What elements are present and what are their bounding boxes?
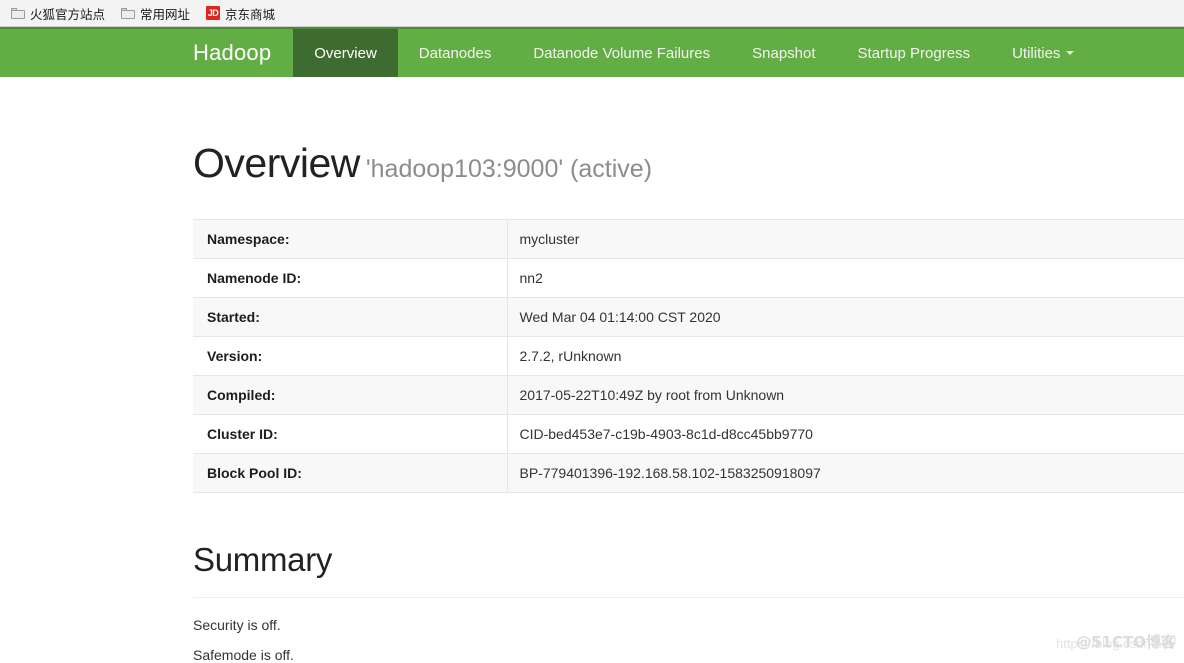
jd-logo-icon: JD (206, 6, 221, 20)
page-title-subject: 'hadoop103:9000' (active) (365, 155, 653, 183)
nav-item-label: Overview (314, 44, 377, 62)
bookmark-label: 京东商城 (225, 6, 276, 22)
main-navbar: Hadoop Overview Datanodes Datanode Volum… (0, 27, 1184, 77)
table-row: Started: Wed Mar 04 01:14:00 CST 2020 (193, 297, 1184, 337)
row-value: BP-779401396-192.168.58.102-158325091809… (519, 465, 821, 482)
summary-divider (193, 597, 1184, 599)
table-row: Cluster ID: CID-bed453e7-c19b-4903-8c1d-… (193, 414, 1184, 454)
nav-item-label: Datanode Volume Failures (533, 44, 711, 62)
table-row: Block Pool ID: BP-779401396-192.168.58.1… (193, 453, 1184, 493)
bookmark-item-jd-mall[interactable]: JD 京东商城 (199, 2, 282, 25)
folder-icon (11, 7, 25, 19)
table-row: Namenode ID: nn2 (193, 258, 1184, 298)
nav-item-label: Startup Progress (857, 44, 971, 62)
folder-icon (121, 7, 136, 19)
bookmark-item-firefox-official[interactable]: 火狐官方站点 (4, 2, 112, 25)
row-label: Namespace: (193, 219, 508, 259)
row-value: mycluster (519, 231, 580, 248)
nav-item-list: Overview Datanodes Datanode Volume Failu… (293, 29, 1095, 77)
nav-item-utilities[interactable]: Utilities (991, 29, 1095, 77)
table-row: Version: 2.7.2, rUnknown (193, 336, 1184, 376)
nav-item-snapshot[interactable]: Snapshot (731, 29, 836, 77)
row-label: Started: (193, 297, 508, 337)
summary-security-status: Security is off. (193, 617, 281, 634)
page-title-text: Overview (193, 140, 360, 186)
table-row: Namespace: mycluster (193, 219, 1184, 259)
page-content: Overview'hadoop103:9000' (active) Namesp… (0, 140, 1184, 663)
browser-bookmark-bar: 火狐官方站点 常用网址 JD 京东商城 (0, 0, 1184, 27)
overview-info-table: Namespace: mycluster Namenode ID: nn2 St… (193, 219, 1184, 493)
row-value: CID-bed453e7-c19b-4903-8c1d-d8cc45bb9770 (519, 426, 813, 443)
row-label: Namenode ID: (193, 258, 508, 298)
chevron-down-icon (1066, 51, 1075, 55)
row-label: Compiled: (193, 375, 508, 415)
nav-item-label: Utilities (1012, 44, 1061, 62)
nav-item-overview[interactable]: Overview (293, 29, 398, 77)
row-value: Wed Mar 04 01:14:00 CST 2020 (519, 309, 721, 326)
bookmark-item-common-sites[interactable]: 常用网址 (114, 2, 197, 25)
row-value: 2.7.2, rUnknown (519, 348, 622, 365)
row-label: Block Pool ID: (193, 453, 508, 493)
nav-item-datanodes[interactable]: Datanodes (398, 29, 513, 77)
row-label: Cluster ID: (193, 414, 508, 454)
row-value: 2017-05-22T10:49Z by root from Unknown (519, 387, 785, 404)
summary-heading: Summary (193, 541, 333, 579)
brand-hadoop[interactable]: Hadoop (193, 29, 293, 77)
nav-item-startup-progress[interactable]: Startup Progress (837, 29, 992, 77)
row-value: nn2 (519, 270, 543, 287)
table-row: Compiled: 2017-05-22T10:49Z by root from… (193, 375, 1184, 415)
bookmark-label: 常用网址 (140, 6, 191, 22)
nav-item-label: Snapshot (752, 44, 816, 62)
row-label: Version: (193, 336, 508, 376)
bookmark-label: 火狐官方站点 (30, 6, 106, 22)
page-title: Overview'hadoop103:9000' (active) (193, 140, 1184, 186)
nav-item-label: Datanodes (418, 44, 492, 62)
nav-item-datanode-volume-failures[interactable]: Datanode Volume Failures (512, 29, 731, 77)
